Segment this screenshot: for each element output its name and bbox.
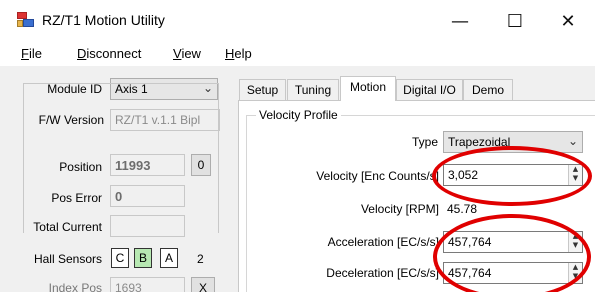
index-pos-button[interactable]: X bbox=[191, 277, 215, 292]
menu-disconnect[interactable]: Disconnect bbox=[77, 46, 141, 61]
velocity-profile-title: Velocity Profile bbox=[256, 108, 341, 122]
index-pos-field: 1693 bbox=[110, 277, 185, 292]
hall-c-indicator: C bbox=[111, 248, 129, 268]
maximize-button[interactable]: ☐ bbox=[488, 0, 542, 42]
chevron-down-icon: ⌄ bbox=[567, 134, 578, 148]
menu-bar: File Disconnect View Help bbox=[0, 42, 595, 66]
pos-error-label: Pos Error bbox=[51, 191, 102, 205]
position-field: 11993 bbox=[110, 154, 185, 176]
total-current-field bbox=[110, 215, 185, 237]
window-title: RZ/T1 Motion Utility bbox=[42, 12, 165, 28]
type-label: Type bbox=[411, 135, 438, 149]
tab-motion[interactable]: Motion bbox=[340, 76, 396, 101]
menu-file[interactable]: File bbox=[21, 46, 42, 61]
index-pos-label: Index Pos bbox=[48, 281, 102, 292]
tab-demo[interactable]: Demo bbox=[463, 79, 513, 100]
pos-error-field: 0 bbox=[110, 185, 185, 207]
deceleration-label: Deceleration [EC/s/s] bbox=[326, 266, 439, 280]
position-reset-button[interactable]: 0 bbox=[191, 154, 211, 176]
title-bar: RZ/T1 Motion Utility — ☐ ✕ bbox=[0, 0, 595, 42]
annotation-circle-accel-decel bbox=[433, 214, 591, 292]
tab-setup[interactable]: Setup bbox=[239, 79, 286, 100]
tab-tuning[interactable]: Tuning bbox=[287, 79, 339, 100]
menu-view[interactable]: View bbox=[173, 46, 201, 61]
hall-a-indicator: A bbox=[160, 248, 178, 268]
annotation-circle-velocity bbox=[432, 146, 592, 206]
total-current-label: Total Current bbox=[33, 220, 102, 234]
velocity-rpm-label: Velocity [RPM] bbox=[360, 202, 439, 216]
velocity-rpm-value: 45.78 bbox=[447, 202, 478, 216]
app-icon bbox=[17, 12, 35, 28]
position-label: Position bbox=[59, 160, 102, 174]
velocity-label: Velocity [Enc Counts/s] bbox=[316, 169, 439, 183]
minimize-button[interactable]: — bbox=[433, 0, 487, 42]
acceleration-label: Acceleration [EC/s/s] bbox=[327, 235, 439, 249]
menu-help[interactable]: Help bbox=[225, 46, 252, 61]
tab-digital-io[interactable]: Digital I/O bbox=[396, 79, 463, 100]
close-button[interactable]: ✕ bbox=[541, 0, 595, 42]
hall-sensors-label: Hall Sensors bbox=[33, 252, 102, 266]
hall-count: 2 bbox=[197, 252, 204, 266]
hall-b-indicator: B bbox=[134, 248, 152, 268]
